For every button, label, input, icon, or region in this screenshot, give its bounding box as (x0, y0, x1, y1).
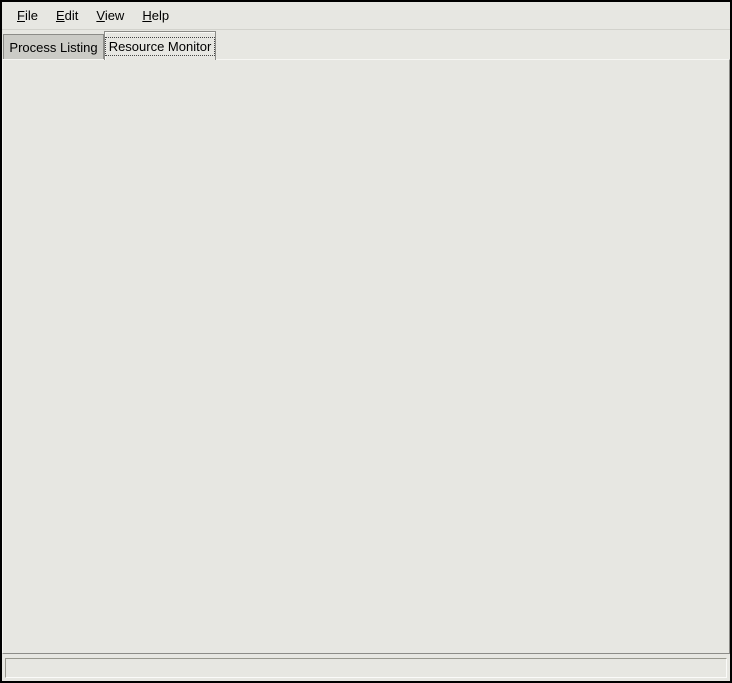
tab-label: Process Listing (9, 40, 97, 55)
menu-file[interactable]: File (8, 4, 47, 27)
tab-label: Resource Monitor (106, 38, 215, 55)
tab-process-listing[interactable]: Process Listing (3, 34, 104, 59)
system-monitor-window: FileEditViewHelp Process Listing Resourc… (0, 0, 732, 683)
menu-bar: FileEditViewHelp (2, 2, 730, 30)
menu-edit[interactable]: Edit (47, 4, 87, 27)
menu-help[interactable]: Help (133, 4, 178, 27)
tab-strip: Process Listing Resource Monitor (2, 30, 730, 59)
status-bar (5, 658, 727, 678)
tab-resource-monitor[interactable]: Resource Monitor (104, 31, 216, 60)
menu-view[interactable]: View (87, 4, 133, 27)
resource-monitor-page (2, 59, 730, 654)
